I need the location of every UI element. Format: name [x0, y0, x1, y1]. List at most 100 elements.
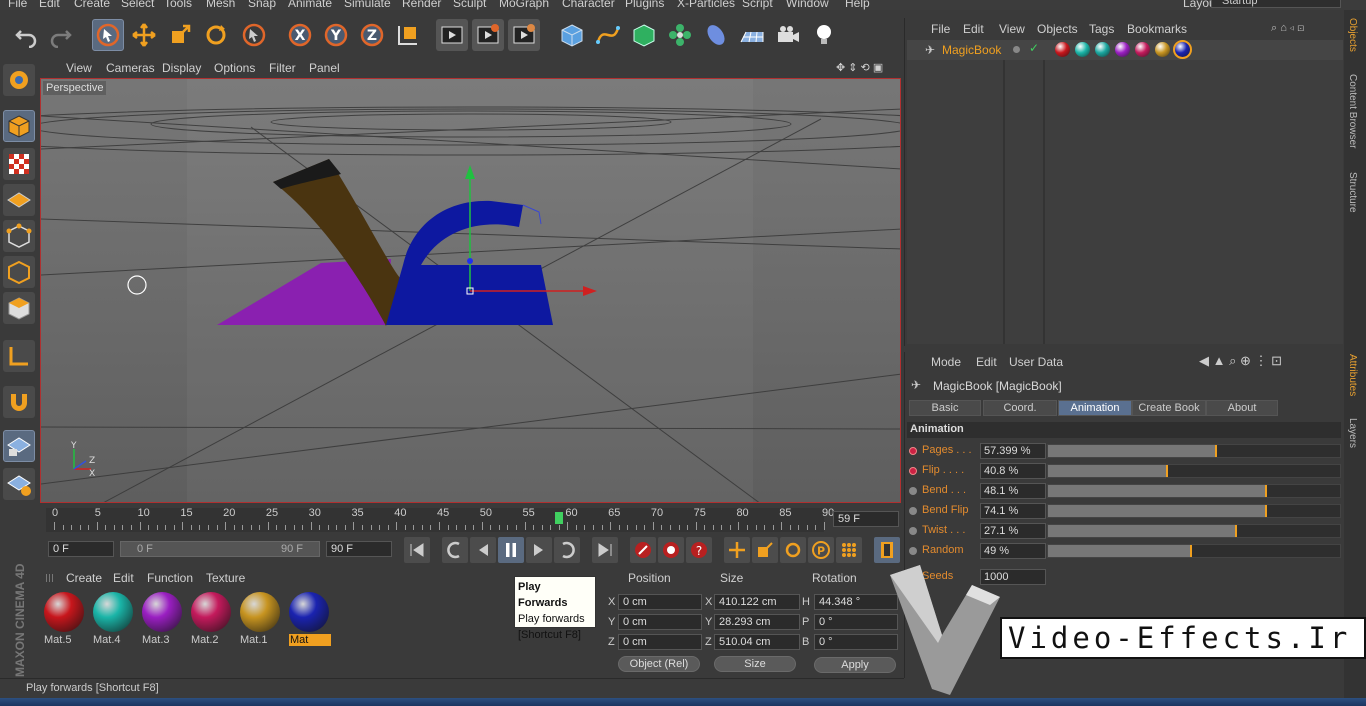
- menu-window[interactable]: Window: [786, 0, 829, 10]
- viewport-menu-panel[interactable]: Panel: [309, 61, 340, 75]
- record-active-icon[interactable]: [630, 537, 656, 563]
- size-x-field[interactable]: 410.122 cm: [714, 594, 800, 610]
- menu-render[interactable]: Render: [402, 0, 441, 10]
- rotate-icon[interactable]: [200, 19, 232, 51]
- timeline-window-icon[interactable]: [874, 537, 900, 563]
- material-swatch[interactable]: Mat: [287, 590, 331, 650]
- keyframe-selection-icon[interactable]: ?: [686, 537, 712, 563]
- menu-simulate[interactable]: Simulate: [344, 0, 391, 10]
- material-swatch[interactable]: Mat.2: [189, 590, 233, 650]
- object-menu-edit[interactable]: Edit: [963, 22, 984, 36]
- tab-about[interactable]: About: [1206, 400, 1278, 416]
- layout-select[interactable]: Startup: [1211, 0, 1341, 8]
- visibility-dot[interactable]: [1013, 46, 1020, 53]
- menu-snap[interactable]: Snap: [248, 0, 276, 10]
- menu-plugins[interactable]: Plugins: [625, 0, 664, 10]
- object-menu-tags[interactable]: Tags: [1089, 22, 1114, 36]
- light-icon[interactable]: [808, 19, 840, 51]
- subdivision-surface-icon[interactable]: [628, 19, 660, 51]
- param-value-field[interactable]: 49 %: [980, 543, 1046, 559]
- material-tag-icon[interactable]: [1075, 42, 1090, 57]
- keyframe-dot[interactable]: [909, 447, 917, 455]
- menu-edit[interactable]: Edit: [39, 0, 60, 10]
- viewport-menu-filter[interactable]: Filter: [269, 61, 296, 75]
- side-tab-content-browser[interactable]: Content Browser: [1347, 74, 1358, 148]
- material-menu-edit[interactable]: Edit: [113, 571, 134, 585]
- edges-mode-icon[interactable]: [3, 256, 35, 288]
- points-mode-icon[interactable]: [3, 220, 35, 252]
- object-menu-objects[interactable]: Objects: [1037, 22, 1078, 36]
- live-selection-icon[interactable]: [92, 19, 124, 51]
- menu-file[interactable]: File: [8, 0, 27, 10]
- preview-range-slider[interactable]: 0 F 90 F: [120, 541, 320, 557]
- object-row[interactable]: ✈ MagicBook ✓: [907, 40, 1343, 60]
- undo-icon[interactable]: [10, 19, 42, 51]
- viewport-menu-view[interactable]: View: [66, 61, 92, 75]
- last-tool-icon[interactable]: [238, 19, 270, 51]
- attr-menu-user-data[interactable]: User Data: [1009, 355, 1063, 369]
- param-value-field[interactable]: 48.1 %: [980, 483, 1046, 499]
- redo-icon[interactable]: [45, 19, 77, 51]
- previous-key-icon[interactable]: [442, 537, 468, 563]
- menu-x-particles[interactable]: X-Particles: [677, 0, 735, 10]
- param-slider[interactable]: [1047, 484, 1341, 498]
- viewport-menu-cameras[interactable]: Cameras: [106, 61, 155, 75]
- tab-coord[interactable]: Coord.: [983, 400, 1057, 416]
- viewport-nav-icons[interactable]: ✥ ⇕ ⟲ ▣: [836, 61, 883, 74]
- param-value-field[interactable]: 27.1 %: [980, 523, 1046, 539]
- polygons-mode-icon[interactable]: [3, 292, 35, 324]
- param-slider[interactable]: [1047, 544, 1341, 558]
- timeline-playhead[interactable]: [554, 512, 563, 524]
- material-menu-create[interactable]: Create: [66, 571, 102, 585]
- material-tag-icon[interactable]: [1115, 42, 1130, 57]
- next-frame-icon[interactable]: [526, 537, 552, 563]
- menu-tools[interactable]: Tools: [164, 0, 192, 10]
- object-toolbar-icons[interactable]: ⌕ ⌂ ◃ ⊡: [1271, 22, 1304, 35]
- material-swatch[interactable]: Mat.5: [42, 590, 86, 650]
- current-frame-field[interactable]: 59 F: [833, 511, 899, 527]
- pause-icon[interactable]: [498, 537, 524, 563]
- side-tab-layers[interactable]: Layers: [1347, 418, 1358, 448]
- param-slider[interactable]: [1047, 444, 1341, 458]
- material-tag-icon[interactable]: [1135, 42, 1150, 57]
- size-z-field[interactable]: 510.04 cm: [714, 634, 800, 650]
- param-slider[interactable]: [1047, 524, 1341, 538]
- key-pla-icon[interactable]: [836, 537, 862, 563]
- material-tag-icon[interactable]: [1155, 42, 1170, 57]
- menu-character[interactable]: Character: [562, 0, 615, 10]
- menu-animate[interactable]: Animate: [288, 0, 332, 10]
- move-icon[interactable]: [128, 19, 160, 51]
- material-menu-texture[interactable]: Texture: [206, 571, 245, 585]
- key-position-icon[interactable]: [724, 537, 750, 563]
- side-tab-structure[interactable]: Structure: [1347, 172, 1358, 213]
- size-y-field[interactable]: 28.293 cm: [714, 614, 800, 630]
- material-tag-icon[interactable]: [1095, 42, 1110, 57]
- keyframe-dot[interactable]: [909, 547, 917, 555]
- model-mode-icon[interactable]: [3, 110, 35, 142]
- y-axis-icon[interactable]: Y: [320, 19, 352, 51]
- cube-icon[interactable]: [556, 19, 588, 51]
- menu-script[interactable]: Script: [742, 0, 773, 10]
- material-menu-function[interactable]: Function: [147, 571, 193, 585]
- position-z-field[interactable]: 0 cm: [618, 634, 702, 650]
- object-list[interactable]: ✈ MagicBook ✓: [907, 40, 1343, 344]
- coordinate-mode-dropdown[interactable]: Object (Rel): [618, 656, 700, 672]
- param-value-field[interactable]: 57.399 %: [980, 443, 1046, 459]
- panel-grip-icon[interactable]: [46, 574, 54, 582]
- workplane-icon[interactable]: [3, 184, 35, 216]
- edit-render-settings-icon[interactable]: [508, 19, 540, 51]
- make-editable-icon[interactable]: [3, 64, 35, 96]
- menu-select[interactable]: Select: [121, 0, 154, 10]
- perspective-viewport[interactable]: Y X Z Perspective: [40, 78, 901, 503]
- material-tag-icon[interactable]: [1173, 40, 1192, 59]
- menu-mograph[interactable]: MoGraph: [499, 0, 549, 10]
- goto-end-icon[interactable]: [592, 537, 618, 563]
- render-picture-viewer-icon[interactable]: [472, 19, 504, 51]
- object-menu-file[interactable]: File: [931, 22, 950, 36]
- keyframe-dot[interactable]: [909, 507, 917, 515]
- side-tab-objects[interactable]: Objects: [1347, 18, 1358, 52]
- key-parameter-icon[interactable]: P: [808, 537, 834, 563]
- snapping-icon[interactable]: [3, 386, 35, 418]
- menu-sculpt[interactable]: Sculpt: [453, 0, 486, 10]
- size-mode-dropdown[interactable]: Size: [714, 656, 796, 672]
